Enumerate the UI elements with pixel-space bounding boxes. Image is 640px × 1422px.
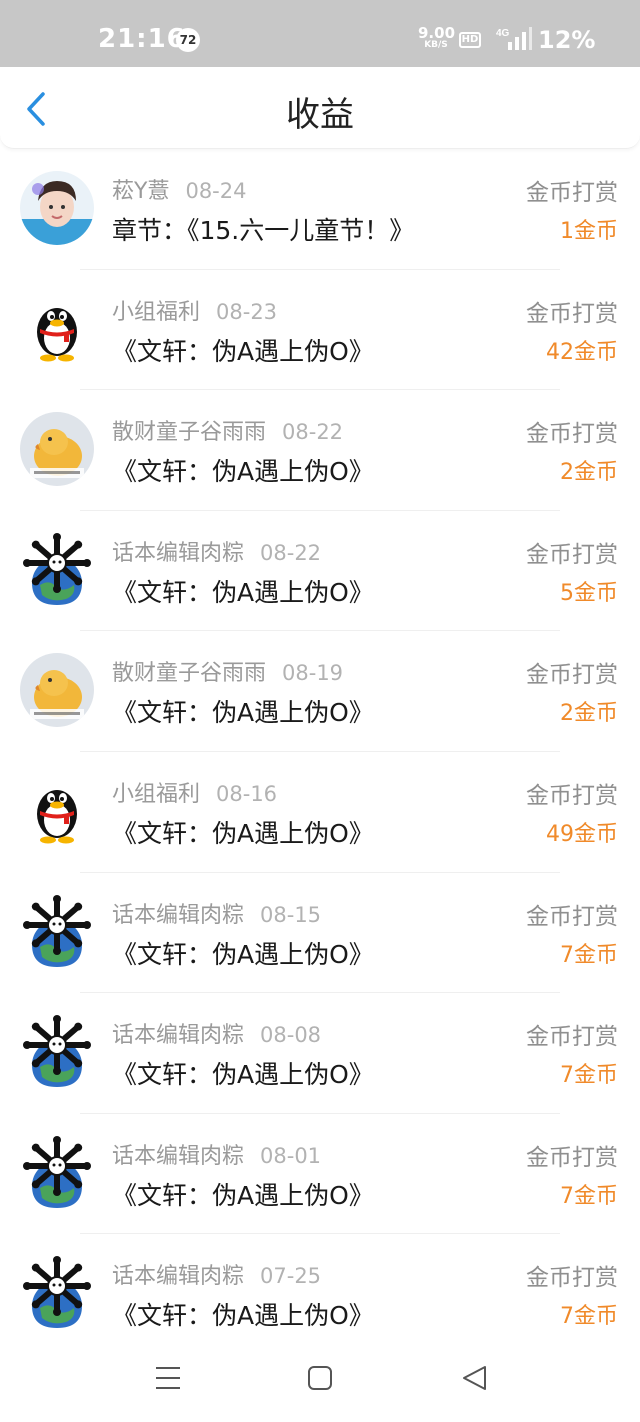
network-speed: 9.00 KB/S (418, 26, 455, 51)
work-title: 《文轩：伪A遇上伪O》 (112, 1060, 374, 1090)
work-title: 《文轩：伪A遇上伪O》 (112, 939, 374, 969)
sender-name: 话本编辑肉粽 (112, 540, 245, 566)
sender-name: 小组福利 (112, 299, 201, 325)
reward-date: 08-22 (282, 420, 344, 445)
battery-level: 12% (538, 26, 596, 54)
sender-line: 小组福利 08-23 (112, 294, 277, 326)
sender-line: 话本编辑肉粽 08-22 (112, 535, 321, 567)
status-bar: 21:16 72 9.00 KB/S HD 4G 12% (0, 0, 640, 67)
system-nav-bar (0, 1340, 640, 1422)
avatar[interactable] (20, 171, 94, 245)
avatar[interactable] (20, 773, 94, 848)
work-title: 《文轩：伪A遇上伪O》 (112, 818, 374, 848)
list-item[interactable]: 话本编辑肉粽 08-15 《文轩：伪A遇上伪O》 金币打赏 7金币 (0, 873, 640, 994)
reward-date: 08-01 (260, 1143, 322, 1168)
sender-name: 话本编辑肉粽 (112, 1023, 245, 1049)
work-title: 《文轩：伪A遇上伪O》 (112, 1301, 374, 1331)
list-item[interactable]: 小组福利 08-23 《文轩：伪A遇上伪O》 金币打赏 42金币 (0, 270, 640, 391)
sender-line: 菘Y薏 08-24 (112, 173, 246, 205)
reward-type: 金币打赏 (526, 421, 618, 448)
signal-icon: 4G (496, 26, 532, 52)
reward-amount: 7金币 (560, 1063, 618, 1089)
reward-amount: 1金币 (560, 219, 618, 244)
reward-date: 08-15 (260, 902, 322, 927)
work-title: 章节：《15.六一儿童节！》 (112, 216, 415, 245)
reward-type: 金币打赏 (526, 662, 618, 689)
reward-amount: 49金币 (546, 821, 618, 847)
back-triangle-icon (463, 1366, 486, 1390)
avatar[interactable] (20, 1135, 94, 1210)
earnings-list: 菘Y薏 08-24 章节：《15.六一儿童节！》 金币打赏 1金币 小组福利 08-23 《文… (0, 149, 640, 1355)
list-item[interactable]: 话本编辑肉粽 08-08 《文轩：伪A遇上伪O》 金币打赏 7金币 (0, 993, 640, 1114)
reward-date: 07-25 (260, 1264, 322, 1289)
sender-name: 话本编辑肉粽 (112, 1264, 245, 1290)
avatar[interactable] (20, 1256, 94, 1331)
avatar[interactable] (20, 653, 94, 728)
work-title: 《文轩：伪A遇上伪O》 (112, 457, 374, 487)
sender-name: 话本编辑肉粽 (112, 902, 245, 928)
reward-date: 08-08 (260, 1023, 322, 1048)
list-item[interactable]: 话本编辑肉粽 07-25 《文轩：伪A遇上伪O》 金币打赏 7金币 (0, 1234, 640, 1355)
avatar[interactable] (20, 412, 94, 487)
sender-name: 散财童子谷雨雨 (112, 661, 267, 687)
sender-line: 散财童子谷雨雨 08-19 (112, 655, 343, 687)
reward-amount: 7金币 (560, 1183, 618, 1209)
reward-type: 金币打赏 (526, 1144, 618, 1171)
reward-amount: 2金币 (560, 701, 618, 727)
sender-line: 小组福利 08-16 (112, 776, 277, 808)
home-icon (308, 1366, 332, 1390)
list-item[interactable]: 散财童子谷雨雨 08-19 《文轩：伪A遇上伪O》 金币打赏 2金币 (0, 631, 640, 752)
sender-name: 话本编辑肉粽 (112, 1143, 245, 1169)
notification-badge: 72 (176, 28, 200, 52)
work-title: 《文轩：伪A遇上伪O》 (112, 1180, 374, 1210)
list-item[interactable]: 散财童子谷雨雨 08-22 《文轩：伪A遇上伪O》 金币打赏 2金币 (0, 390, 640, 511)
reward-amount: 2金币 (560, 460, 618, 486)
menu-icon (156, 1367, 180, 1389)
reward-date: 08-22 (260, 540, 322, 565)
reward-type: 金币打赏 (526, 782, 618, 809)
hd-icon: HD (459, 32, 481, 48)
page-title: 收益 (286, 95, 354, 135)
reward-type: 金币打赏 (526, 180, 618, 206)
sender-line: 话本编辑肉粽 08-15 (112, 897, 321, 929)
work-title: 《文轩：伪A遇上伪O》 (112, 577, 374, 607)
list-item[interactable]: 菘Y薏 08-24 章节：《15.六一儿童节！》 金币打赏 1金币 (0, 149, 640, 270)
avatar[interactable] (20, 1015, 94, 1090)
menu-button[interactable] (146, 1356, 190, 1400)
reward-date: 08-24 (185, 179, 247, 203)
home-button[interactable] (298, 1356, 342, 1400)
reward-type: 金币打赏 (526, 903, 618, 930)
reward-amount: 7金币 (560, 942, 618, 968)
reward-type: 金币打赏 (526, 541, 618, 568)
reward-date: 08-23 (216, 299, 278, 324)
reward-type: 金币打赏 (526, 1024, 618, 1051)
work-title: 《文轩：伪A遇上伪O》 (112, 336, 374, 366)
reward-type: 金币打赏 (526, 300, 618, 327)
network-type: 4G (496, 28, 510, 39)
sender-line: 散财童子谷雨雨 08-22 (112, 414, 343, 446)
avatar[interactable] (20, 532, 94, 607)
sender-name: 散财童子谷雨雨 (112, 420, 267, 446)
sender-name: 菘Y薏 (112, 179, 170, 204)
list-item[interactable]: 话本编辑肉粽 08-01 《文轩：伪A遇上伪O》 金币打赏 7金币 (0, 1114, 640, 1235)
sender-line: 话本编辑肉粽 08-01 (112, 1138, 321, 1170)
reward-amount: 7金币 (560, 1304, 618, 1330)
reward-type: 金币打赏 (526, 1265, 618, 1292)
work-title: 《文轩：伪A遇上伪O》 (112, 698, 374, 728)
list-item[interactable]: 小组福利 08-16 《文轩：伪A遇上伪O》 金币打赏 49金币 (0, 752, 640, 873)
system-back-button[interactable] (452, 1356, 496, 1400)
header: 收益 (0, 67, 640, 149)
list-item[interactable]: 话本编辑肉粽 08-22 《文轩：伪A遇上伪O》 金币打赏 5金币 (0, 511, 640, 632)
sender-line: 话本编辑肉粽 08-08 (112, 1017, 321, 1049)
reward-date: 08-16 (216, 781, 278, 806)
reward-date: 08-19 (282, 661, 344, 686)
sender-name: 小组福利 (112, 781, 201, 807)
avatar[interactable] (20, 291, 94, 366)
sender-line: 话本编辑肉粽 07-25 (112, 1258, 321, 1290)
reward-amount: 42金币 (546, 339, 618, 365)
avatar[interactable] (20, 894, 94, 969)
reward-amount: 5金币 (560, 580, 618, 606)
status-time: 21:16 (98, 24, 186, 54)
